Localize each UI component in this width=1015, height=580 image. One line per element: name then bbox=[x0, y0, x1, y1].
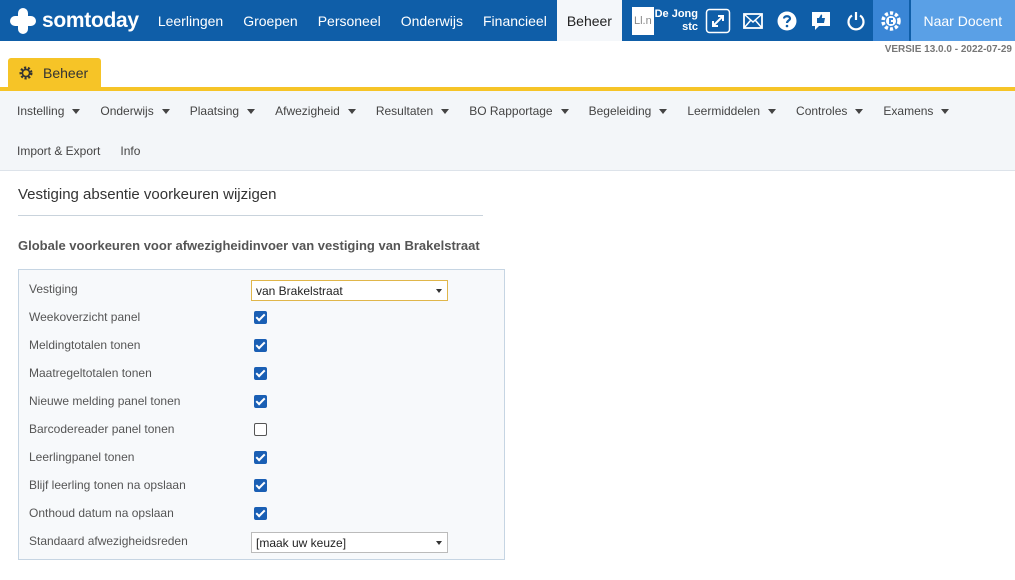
submenu-begeleiding[interactable]: Begeleiding bbox=[589, 104, 668, 118]
naar-docent-button[interactable]: Naar Docent bbox=[908, 0, 1015, 41]
nav-leerlingen[interactable]: Leerlingen bbox=[148, 0, 233, 41]
mail-button[interactable] bbox=[735, 0, 769, 41]
caret-down-icon bbox=[72, 108, 81, 114]
nav-personeel[interactable]: Personeel bbox=[308, 0, 391, 41]
page-subtitle: Globale voorkeuren voor afwezigheidinvoe… bbox=[18, 238, 480, 253]
brand-name: somtoday bbox=[42, 8, 139, 32]
submenu-label: Plaatsing bbox=[189, 104, 240, 118]
submenu-label: Afwezigheid bbox=[275, 104, 340, 118]
submenu-label: Instelling bbox=[17, 104, 65, 118]
submenu-leermiddelen[interactable]: Leermiddelen bbox=[687, 104, 777, 118]
mail-icon bbox=[742, 12, 763, 29]
checkbox-weekoverzicht[interactable] bbox=[254, 311, 267, 324]
nav-groepen[interactable]: Groepen bbox=[233, 0, 307, 41]
user-name: De Jong stc bbox=[652, 8, 698, 34]
submenu-label: Info bbox=[120, 144, 141, 158]
settings-gear-icon bbox=[881, 10, 901, 31]
submenu-label: Import & Export bbox=[17, 144, 101, 158]
somtoday-logo[interactable]: somtoday bbox=[0, 0, 148, 41]
caret-down-icon bbox=[768, 108, 777, 114]
checkbox-meldingtotalen[interactable] bbox=[254, 339, 267, 352]
settings-button[interactable] bbox=[873, 0, 909, 41]
sub-menu: Instelling Onderwijs Plaatsing Afwezighe… bbox=[0, 91, 1015, 171]
sub-menu-row-2: Import & Export Info bbox=[17, 144, 160, 158]
submenu-resultaten[interactable]: Resultaten bbox=[375, 104, 450, 118]
caret-down-icon bbox=[441, 108, 450, 114]
module-tab-beheer[interactable]: Beheer bbox=[8, 58, 101, 88]
checkbox-label-nieuwe-melding: Nieuwe melding panel tonen bbox=[29, 394, 181, 408]
top-navigation-bar: somtoday Leerlingen Groepen Personeel On… bbox=[0, 0, 1015, 41]
submenu-label: Controles bbox=[796, 104, 848, 118]
nav-financieel[interactable]: Financieel bbox=[473, 0, 557, 41]
checkbox-label-barcodereader: Barcodereader panel tonen bbox=[29, 422, 175, 436]
reden-label: Standaard afwezigheidsreden bbox=[29, 534, 188, 548]
somtoday-logo-icon bbox=[10, 7, 36, 34]
submenu-instelling[interactable]: Instelling bbox=[17, 104, 81, 118]
sub-menu-row-1: Instelling Onderwijs Plaatsing Afwezighe… bbox=[17, 104, 969, 118]
logout-button[interactable] bbox=[839, 0, 873, 41]
afwezigheidsreden-select[interactable]: [maak uw keuze] bbox=[251, 532, 448, 553]
vestiging-label: Vestiging bbox=[29, 282, 78, 296]
checkbox-maatregeltotalen[interactable] bbox=[254, 367, 267, 380]
submenu-label: Leermiddelen bbox=[687, 104, 761, 118]
checkbox-label-maatregeltotalen: Maatregeltotalen tonen bbox=[29, 366, 152, 380]
checkbox-barcodereader[interactable] bbox=[254, 423, 267, 436]
submenu-onderwijs[interactable]: Onderwijs bbox=[100, 104, 170, 118]
power-icon bbox=[847, 11, 865, 30]
submenu-label: Resultaten bbox=[375, 104, 434, 118]
module-tab-label: Beheer bbox=[43, 65, 89, 81]
dropdown-arrow-icon bbox=[436, 541, 442, 545]
checkbox-nieuwe-melding[interactable] bbox=[254, 395, 267, 408]
vestiging-select-value: van Brakelstraat bbox=[256, 283, 343, 298]
afwezigheidsreden-select-value: [maak uw keuze] bbox=[256, 535, 347, 550]
preferences-form: Vestiging van Brakelstraat Weekoverzicht… bbox=[18, 269, 505, 560]
checkbox-label-leerlingpanel: Leerlingpanel tonen bbox=[29, 450, 135, 464]
gear-icon bbox=[19, 66, 33, 80]
submenu-label: Begeleiding bbox=[588, 104, 652, 118]
checkbox-onthoud-datum[interactable] bbox=[254, 507, 267, 520]
submenu-controles[interactable]: Controles bbox=[796, 104, 864, 118]
feedback-button[interactable] bbox=[804, 0, 838, 41]
nav-onderwijs[interactable]: Onderwijs bbox=[391, 0, 473, 41]
submenu-import-export[interactable]: Import & Export bbox=[17, 144, 100, 158]
feedback-icon bbox=[812, 11, 831, 30]
vestiging-select[interactable]: van Brakelstraat bbox=[251, 280, 448, 301]
caret-down-icon bbox=[247, 108, 256, 114]
user-avatar: Ll.n bbox=[631, 6, 654, 35]
expand-icon bbox=[705, 8, 731, 33]
submenu-bo-rapportage[interactable]: BO Rapportage bbox=[469, 104, 569, 118]
checkbox-label-meldingtotalen: Meldingtotalen tonen bbox=[29, 338, 141, 352]
help-icon bbox=[777, 11, 797, 30]
expand-button[interactable] bbox=[701, 0, 735, 41]
submenu-plaatsing[interactable]: Plaatsing bbox=[189, 104, 256, 118]
checkbox-blijf-leerling[interactable] bbox=[254, 479, 267, 492]
checkbox-label-blijf-leerling: Blijf leerling tonen na opslaan bbox=[29, 478, 186, 492]
user-name-line1: De Jong bbox=[654, 7, 698, 20]
title-divider bbox=[18, 215, 483, 216]
submenu-label: BO Rapportage bbox=[469, 104, 553, 118]
user-menu[interactable]: Ll.n De Jong stc bbox=[622, 0, 701, 41]
caret-down-icon bbox=[560, 108, 569, 114]
submenu-afwezigheid[interactable]: Afwezigheid bbox=[275, 104, 356, 118]
page-title: Vestiging absentie voorkeuren wijzigen bbox=[18, 186, 277, 203]
submenu-info[interactable]: Info bbox=[120, 144, 140, 158]
checkbox-label-weekoverzicht: Weekoverzicht panel bbox=[29, 310, 141, 324]
caret-down-icon bbox=[659, 108, 668, 114]
caret-down-icon bbox=[855, 108, 864, 114]
help-button[interactable] bbox=[770, 0, 804, 41]
checkbox-label-onthoud-datum: Onthoud datum na opslaan bbox=[29, 506, 174, 520]
caret-down-icon bbox=[941, 108, 950, 114]
submenu-label: Onderwijs bbox=[100, 104, 154, 118]
checkbox-leerlingpanel[interactable] bbox=[254, 451, 267, 464]
submenu-examens[interactable]: Examens bbox=[883, 104, 950, 118]
caret-down-icon bbox=[161, 108, 170, 114]
dropdown-arrow-icon bbox=[436, 289, 442, 293]
submenu-label: Examens bbox=[883, 104, 934, 118]
version-label: VERSIE 13.0.0 - 2022-07-29 bbox=[884, 44, 1012, 55]
user-name-line2: stc bbox=[682, 20, 698, 33]
caret-down-icon bbox=[347, 108, 356, 114]
nav-beheer[interactable]: Beheer bbox=[556, 0, 622, 41]
